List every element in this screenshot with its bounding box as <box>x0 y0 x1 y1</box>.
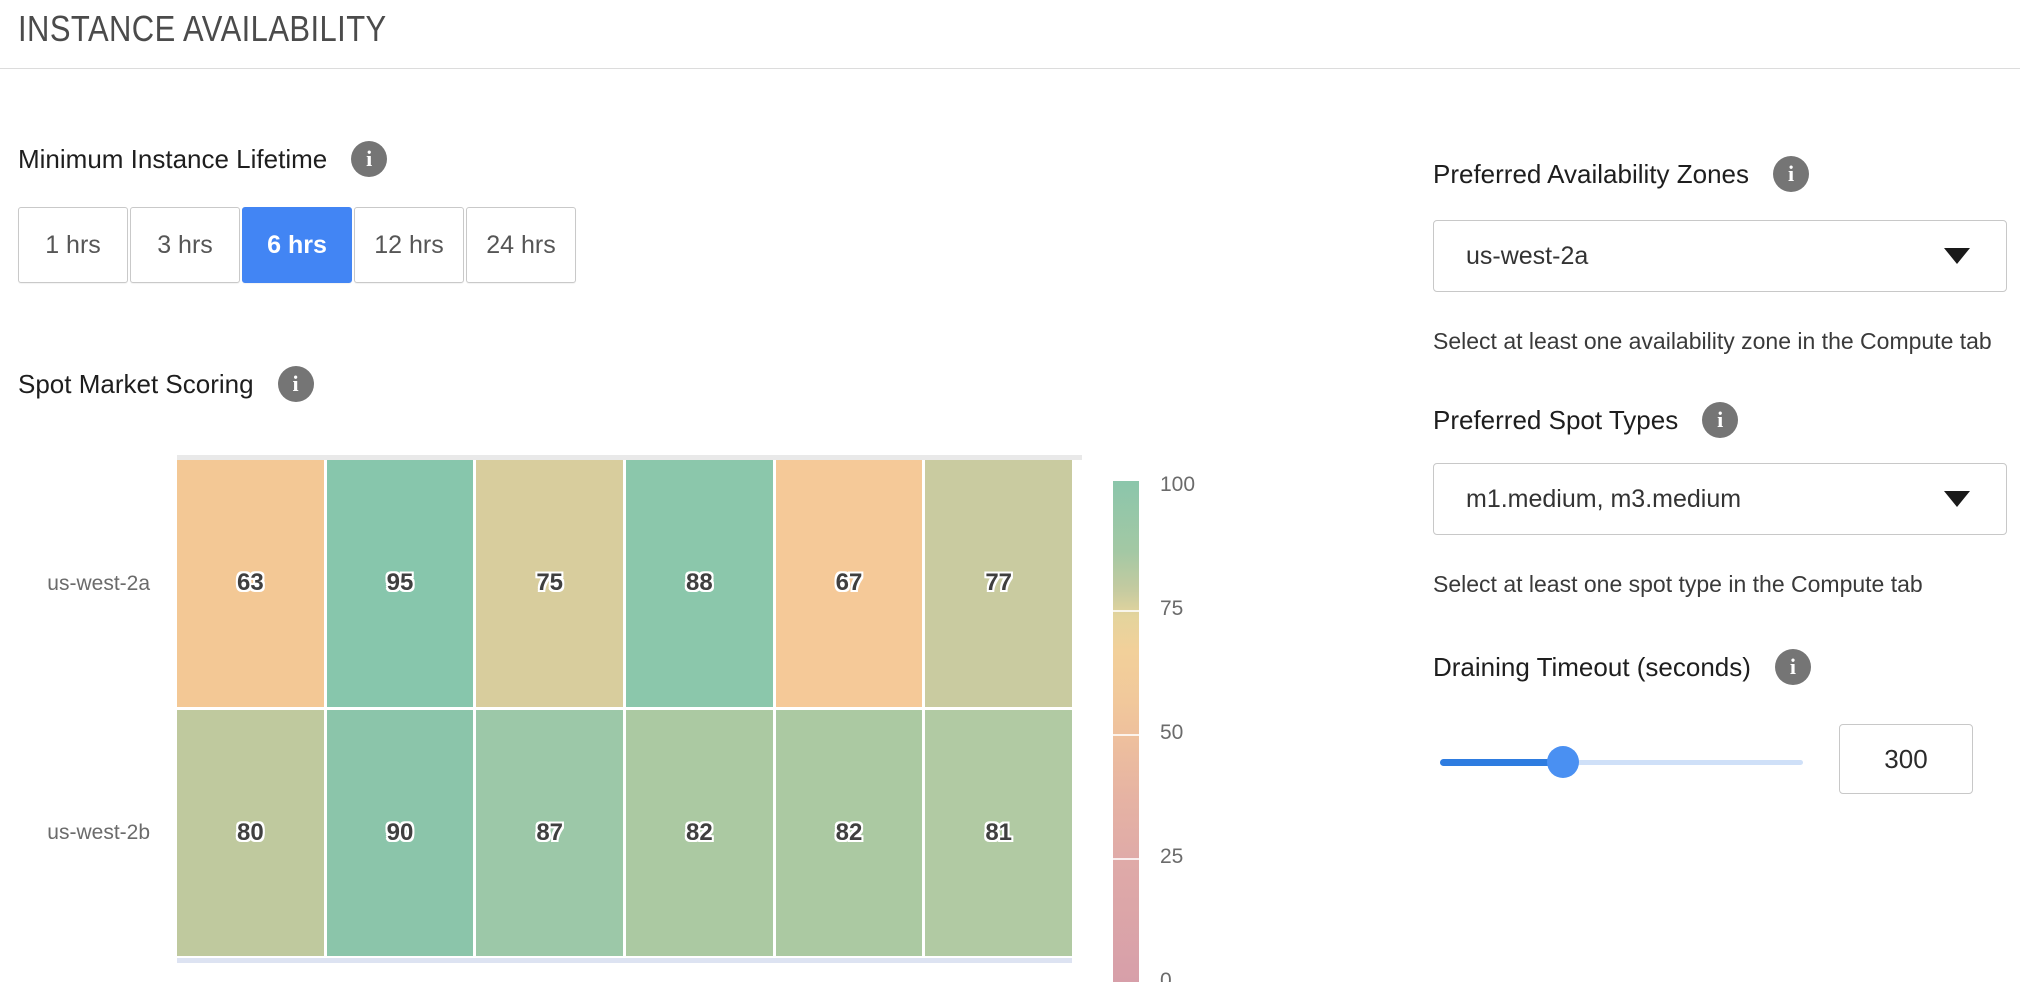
heatmap-axis-line <box>177 958 1072 963</box>
heatmap-cell-us-west-2a-col5: 67 <box>776 460 923 707</box>
info-icon-minimum-instance-lifetime[interactable]: i <box>351 141 387 177</box>
preferred-availability-zones-row: Preferred Availability Zones i <box>1433 156 1809 192</box>
availability-zones-helper-text: Select at least one availability zone in… <box>1433 328 1992 355</box>
slider-thumb[interactable] <box>1547 746 1579 778</box>
availability-zones-select[interactable]: us-west-2a <box>1433 220 2007 292</box>
draining-timeout-slider[interactable] <box>1440 760 1803 765</box>
legend-tick-label-75: 75 <box>1160 597 1230 621</box>
lifetime-option-24-hrs[interactable]: 24 hrs <box>466 207 576 283</box>
header-divider <box>0 68 2020 69</box>
heatmap-cell-value: 90 <box>387 819 414 847</box>
info-icon-preferred-availability-zones[interactable]: i <box>1773 156 1809 192</box>
heatmap-cell-value: 75 <box>536 569 563 597</box>
spot-market-scoring-row: Spot Market Scoring i <box>18 366 314 402</box>
heatmap-cell-us-west-2a-col3: 75 <box>476 460 623 707</box>
preferred-availability-zones-label: Preferred Availability Zones <box>1433 159 1749 190</box>
heatmap-cell-value: 82 <box>686 819 713 847</box>
availability-zones-selected-value: us-west-2a <box>1466 242 1588 271</box>
info-icon-spot-market-scoring[interactable]: i <box>278 366 314 402</box>
lifetime-button-group: 1 hrs3 hrs6 hrs12 hrs24 hrs <box>18 207 578 283</box>
heatmap-cell-us-west-2b-col4: 82 <box>626 710 773 957</box>
heatmap-cell-us-west-2a-col1: 63 <box>177 460 324 707</box>
info-icon-draining-timeout[interactable]: i <box>1775 649 1811 685</box>
spot-market-scoring-label: Spot Market Scoring <box>18 369 254 400</box>
spot-types-selected-value: m1.medium, m3.medium <box>1466 485 1741 514</box>
spot-types-helper-text: Select at least one spot type in the Com… <box>1433 571 1923 598</box>
legend-tick-line <box>1113 858 1139 860</box>
heatmap-cell-value: 77 <box>985 569 1012 597</box>
heatmap-cell-us-west-2a-col6: 77 <box>925 460 1072 707</box>
chevron-down-icon <box>1944 491 1970 507</box>
slider-filled-track <box>1440 759 1563 766</box>
legend-tick-label-0: 0 <box>1160 969 1230 982</box>
heatmap-cell-value: 82 <box>836 819 863 847</box>
minimum-instance-lifetime-row: Minimum Instance Lifetime i <box>18 141 387 177</box>
instance-availability-panel: INSTANCE AVAILABILITY Minimum Instance L… <box>0 0 2020 982</box>
heatmap-grid: 63 95 75 88 67 77 80 90 87 82 82 81 <box>177 460 1072 956</box>
lifetime-option-1-hrs[interactable]: 1 hrs <box>18 207 128 283</box>
draining-timeout-label: Draining Timeout (seconds) <box>1433 652 1751 683</box>
heatmap-cell-us-west-2a-col4: 88 <box>626 460 773 707</box>
legend-tick-label-100: 100 <box>1160 473 1230 497</box>
lifetime-option-3-hrs[interactable]: 3 hrs <box>130 207 240 283</box>
legend-tick-line <box>1113 734 1139 736</box>
draining-timeout-row: Draining Timeout (seconds) i <box>1433 649 1811 685</box>
legend-tick-label-50: 50 <box>1160 721 1230 745</box>
lifetime-option-12-hrs[interactable]: 12 hrs <box>354 207 464 283</box>
minimum-instance-lifetime-label: Minimum Instance Lifetime <box>18 144 327 175</box>
heatmap-row-label-us-west-2b: us-west-2b <box>0 821 150 845</box>
legend-tick-line <box>1113 610 1139 612</box>
heatmap-cell-value: 80 <box>237 819 264 847</box>
heatmap-cell-value: 88 <box>686 569 713 597</box>
heatmap-cell-value: 95 <box>387 569 414 597</box>
legend-tick-label-25: 25 <box>1160 845 1230 869</box>
lifetime-option-6-hrs[interactable]: 6 hrs <box>242 207 352 283</box>
preferred-spot-types-label: Preferred Spot Types <box>1433 405 1678 436</box>
heatmap-cell-value: 87 <box>536 819 563 847</box>
chevron-down-icon <box>1944 248 1970 264</box>
heatmap-row-label-us-west-2a: us-west-2a <box>0 572 150 596</box>
heatmap-cell-us-west-2a-col2: 95 <box>327 460 474 707</box>
heatmap-cell-us-west-2b-col5: 82 <box>776 710 923 957</box>
page-title: INSTANCE AVAILABILITY <box>18 8 387 50</box>
heatmap-color-legend <box>1113 481 1139 982</box>
heatmap-cell-value: 63 <box>237 569 264 597</box>
heatmap-cell-us-west-2b-col2: 90 <box>327 710 474 957</box>
draining-timeout-input[interactable] <box>1839 724 1973 794</box>
heatmap-cell-us-west-2b-col1: 80 <box>177 710 324 957</box>
heatmap-cell-value: 67 <box>836 569 863 597</box>
info-icon-preferred-spot-types[interactable]: i <box>1702 402 1738 438</box>
heatmap-cell-us-west-2b-col3: 87 <box>476 710 623 957</box>
heatmap-cell-us-west-2b-col6: 81 <box>925 710 1072 957</box>
heatmap-cell-value: 81 <box>985 819 1012 847</box>
preferred-spot-types-row: Preferred Spot Types i <box>1433 402 1738 438</box>
spot-types-select[interactable]: m1.medium, m3.medium <box>1433 463 2007 535</box>
